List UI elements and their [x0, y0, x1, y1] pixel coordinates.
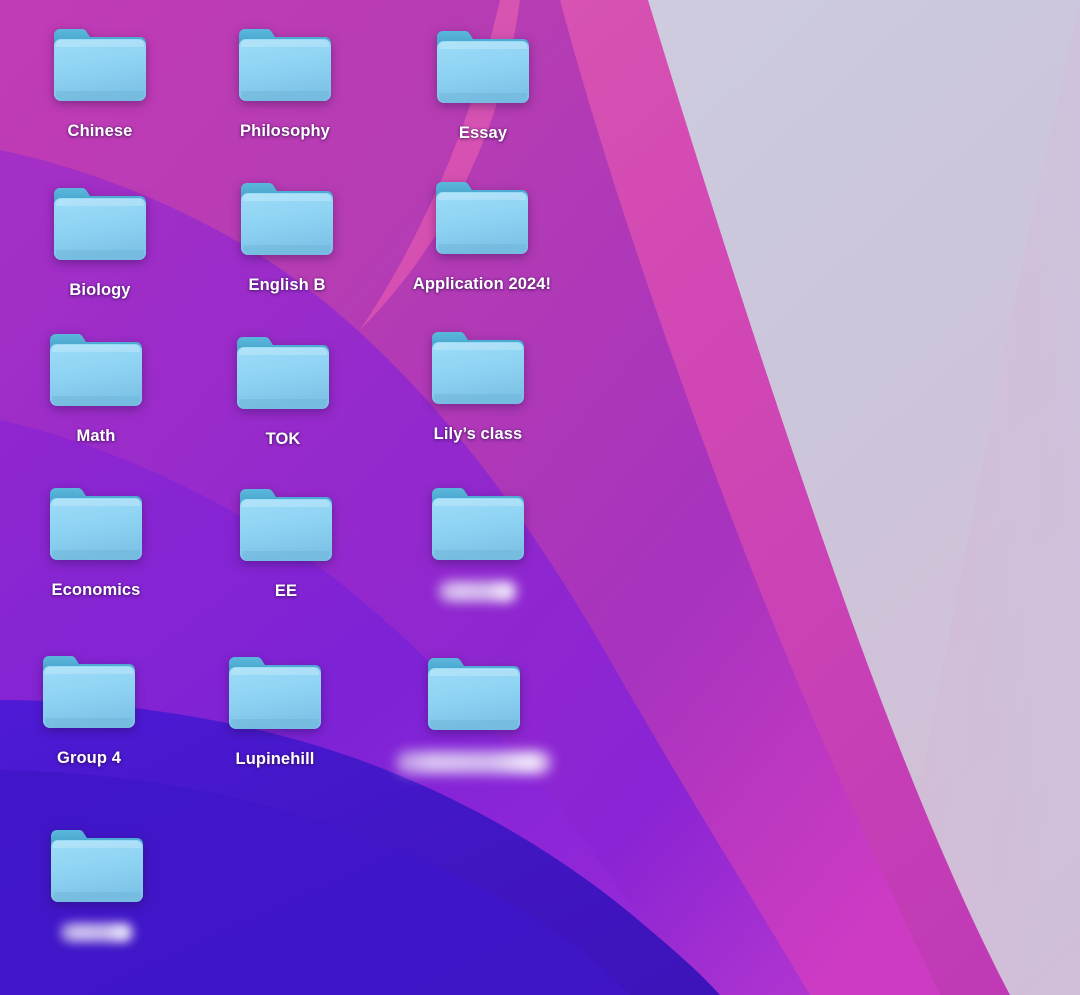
folder-icon[interactable]: [48, 184, 152, 268]
desktop-folder-item[interactable]: Philosophy: [210, 25, 360, 140]
desktop-folder-label: Lupinehill: [235, 750, 315, 768]
desktop-folder-label: English B: [248, 276, 326, 294]
folder-icon[interactable]: [223, 653, 327, 737]
desktop-folder-label-redacted: [396, 751, 552, 774]
desktop-folder-item[interactable]: Application 2024!: [407, 178, 557, 293]
folder-icon-glyph: [237, 337, 329, 409]
desktop-icon-grid: Chinese Philosophy Essay Biology English…: [0, 0, 1080, 995]
folder-icon-glyph: [50, 488, 142, 560]
desktop-folder-label: Economics: [51, 581, 141, 599]
desktop-folder-item[interactable]: [403, 484, 553, 602]
desktop-folder-label-redacted: [60, 923, 134, 942]
folder-icon[interactable]: [45, 826, 149, 910]
desktop-folder-label: Application 2024!: [412, 275, 552, 293]
folder-icon-glyph: [54, 188, 146, 260]
folder-icon-glyph: [432, 488, 524, 560]
desktop-folder-item[interactable]: EE: [211, 485, 361, 600]
folder-icon-glyph: [229, 657, 321, 729]
desktop-folder-item[interactable]: Economics: [21, 484, 171, 599]
desktop-folder-item[interactable]: Group 4: [14, 652, 164, 767]
folder-icon-glyph: [240, 489, 332, 561]
desktop-folder-item[interactable]: Lily’s class: [403, 328, 553, 443]
desktop-folder-item[interactable]: [22, 826, 172, 942]
folder-icon[interactable]: [44, 330, 148, 414]
folder-icon-glyph: [432, 332, 524, 404]
folder-icon[interactable]: [426, 328, 530, 412]
folder-icon-glyph: [43, 656, 135, 728]
desktop-folder-item[interactable]: Essay: [408, 27, 558, 142]
desktop-folder-label: Essay: [458, 124, 508, 142]
folder-icon-glyph: [51, 830, 143, 902]
folder-icon-glyph: [428, 658, 520, 730]
desktop-folder-item[interactable]: TOK: [208, 333, 358, 448]
folder-icon-glyph: [436, 182, 528, 254]
desktop-folder-label: Group 4: [57, 749, 121, 767]
folder-icon[interactable]: [426, 484, 530, 568]
folder-icon-glyph: [437, 31, 529, 103]
folder-icon[interactable]: [422, 654, 526, 738]
desktop-folder-item[interactable]: English B: [212, 179, 362, 294]
folder-icon[interactable]: [231, 333, 335, 417]
folder-icon[interactable]: [233, 25, 337, 109]
desktop-folder-item[interactable]: Biology: [25, 184, 175, 299]
folder-icon[interactable]: [431, 27, 535, 111]
folder-icon-glyph: [239, 29, 331, 101]
desktop-folder-item[interactable]: Lupinehill: [200, 653, 350, 768]
desktop-folder-item[interactable]: Math: [21, 330, 171, 445]
folder-icon-glyph: [54, 29, 146, 101]
desktop-folder-item[interactable]: Chinese: [25, 25, 175, 140]
desktop-folder-label: Chinese: [67, 122, 133, 140]
folder-icon[interactable]: [37, 652, 141, 736]
desktop-folder-label-redacted: [438, 581, 518, 602]
folder-icon[interactable]: [234, 485, 338, 569]
desktop-folder-label: EE: [274, 582, 298, 600]
folder-icon[interactable]: [48, 25, 152, 109]
desktop-folder-label: Math: [76, 427, 116, 445]
desktop-folder-label: Philosophy: [240, 122, 330, 140]
desktop-folder-item[interactable]: [396, 654, 552, 774]
folder-icon-glyph: [50, 334, 142, 406]
folder-icon[interactable]: [235, 179, 339, 263]
folder-icon[interactable]: [430, 178, 534, 262]
folder-icon[interactable]: [44, 484, 148, 568]
desktop-folder-label: Biology: [69, 281, 131, 299]
desktop-folder-label: Lily’s class: [433, 425, 523, 443]
desktop-folder-label: TOK: [265, 430, 301, 448]
folder-icon-glyph: [241, 183, 333, 255]
